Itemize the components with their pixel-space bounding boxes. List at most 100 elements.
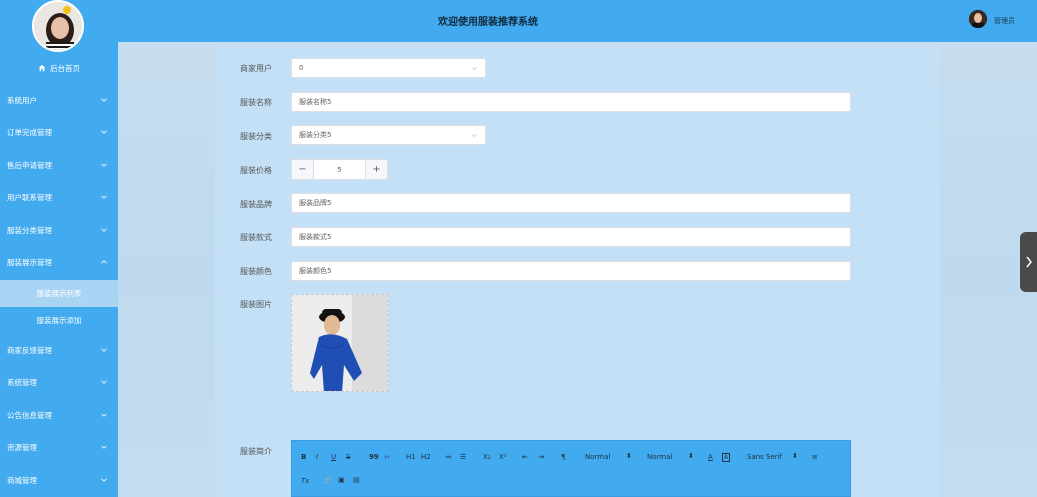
sidebar-item-label: 订单完成管理 [7,128,52,137]
sidebar-subitem-display-list[interactable]: 服装展示列表 [0,280,118,307]
increment-button[interactable]: + [365,160,387,179]
color-label: 服装颜色 [240,267,272,276]
product-image-upload[interactable] [291,294,389,392]
chevron-down-icon [101,380,107,384]
brand-input[interactable]: 服装品牌5 [291,193,851,213]
price-stepper[interactable]: − 5 + [291,159,388,180]
chevron-up-icon [101,260,107,264]
rich-text-toolbar: B I U S 99 ‹› H1 H2 ≔ ☰ X₂ X² ⇤ ⇥ ¶ Norm… [291,440,851,497]
sidebar-item-label: 系统用户 [7,96,37,105]
brand-label: 服装品牌 [240,200,272,209]
sidebar-item-users[interactable]: 系统用户 [0,84,118,117]
sidebar-item-notices[interactable]: 公告信息管理 [0,399,118,432]
link-button[interactable]: 🔗 [323,476,332,484]
background-color-button[interactable]: A [722,453,731,462]
align-button[interactable]: ≡ [812,453,818,461]
font-color-button[interactable]: A [708,453,713,461]
italic-button[interactable]: I [316,453,318,461]
text-direction-button[interactable]: ¶ [561,453,565,461]
underline-button[interactable]: U [331,453,336,461]
user-name[interactable]: 管理员 [994,16,1015,26]
chevron-down-icon [101,228,107,232]
name-input[interactable]: 服装名称5 [291,92,851,112]
chevron-down-icon [472,134,477,138]
clean-format-button[interactable]: Tx [301,477,309,485]
sidebar-item-display[interactable]: 服装展示管理 [0,246,118,279]
superscript-button[interactable]: X² [499,453,507,461]
style-label: 服装款式 [240,233,272,242]
header-select-arrow-icon: ⬍ [688,452,694,460]
category-select[interactable]: 服装分类5 [291,125,486,145]
header-select[interactable]: Normal [647,453,672,461]
bold-button[interactable]: B [301,453,306,461]
sidebar-item-label: 服装分类管理 [7,226,52,235]
sidebar-item-label: 系统管理 [7,378,37,387]
indent-button[interactable]: ⇥ [538,453,544,461]
h1-button[interactable]: H1 [406,453,416,461]
merchant-user-label: 商家用户 [240,64,272,73]
image-label: 服装图片 [240,300,272,309]
category-label: 服装分类 [240,132,272,141]
sidebar-item-label: 商城管理 [7,476,37,485]
sidebar-item-mall[interactable]: 商城管理 [0,464,118,497]
sidebar-item-orders[interactable]: 订单完成管理 [0,116,118,149]
font-select-arrow-icon: ⬍ [792,452,798,460]
video-button[interactable]: ▤ [353,476,360,484]
sidebar-item-system[interactable]: 系统管理 [0,366,118,399]
decrement-button[interactable]: − [292,160,314,179]
blockquote-button[interactable]: 99 [369,453,379,461]
brand-value: 服装品牌5 [299,199,332,207]
color-input[interactable]: 服装颜色5 [291,261,851,281]
sidebar-subitem-display-add[interactable]: 服装展示添加 [0,307,118,334]
strike-button[interactable]: S [346,453,350,461]
home-label: 后台首页 [50,63,80,73]
sidebar-item-categories[interactable]: 服装分类管理 [0,214,118,247]
color-value: 服装颜色5 [299,267,332,275]
intro-label: 服装简介 [240,447,272,456]
user-avatar[interactable] [969,10,987,28]
chevron-down-icon [101,163,107,167]
outdent-button[interactable]: ⇤ [522,453,528,461]
sidebar-item-label: 售后申请管理 [7,161,52,170]
font-select[interactable]: Sans Serif [747,453,782,461]
merchant-user-select[interactable]: 0 [291,58,486,78]
sidebar-item-label: 商家反馈管理 [7,346,52,355]
chevron-down-icon [101,348,107,352]
category-value: 服装分类5 [299,131,332,139]
chevron-down-icon [101,195,107,199]
code-button[interactable]: ‹› [384,453,390,461]
h2-button[interactable]: H2 [421,453,431,461]
style-input[interactable]: 服装款式5 [291,227,851,247]
sidebar-item-resources[interactable]: 资源管理 [0,431,118,464]
chevron-down-icon [101,98,107,102]
sidebar-item-feedback[interactable]: 商家反馈管理 [0,334,118,367]
style-value: 服装款式5 [299,233,332,241]
chevron-down-icon [101,478,107,482]
avatar [32,0,84,52]
chevron-down-icon [101,413,107,417]
merchant-user-value: 0 [299,64,304,72]
ordered-list-button[interactable]: ≔ [445,453,452,461]
sidebar-item-contacts[interactable]: 用户联系管理 [0,181,118,214]
sidebar-item-label: 资源管理 [7,443,37,452]
sidebar-item-label: 服装展示管理 [7,258,52,267]
bullet-list-button[interactable]: ☰ [460,453,466,461]
sidebar-subitem-label: 服装展示添加 [36,316,82,325]
product-photo [292,295,388,391]
price-value[interactable]: 5 [314,160,365,179]
sidebar-item-after-sales[interactable]: 售后申请管理 [0,149,118,182]
sidebar-subitem-label: 服装展示列表 [36,289,82,298]
size-select[interactable]: Normal [585,453,610,461]
page-title: 欢迎使用服装推荐系统 [438,17,538,28]
chevron-down-icon [101,445,107,449]
chevron-down-icon [101,130,107,134]
price-label: 服装价格 [240,166,272,175]
sidebar-item-label: 用户联系管理 [7,193,52,202]
subscript-button[interactable]: X₂ [483,453,491,461]
image-button[interactable]: ▣ [338,476,345,484]
side-drawer-toggle[interactable] [1020,232,1037,292]
home-icon [38,64,46,72]
top-header: 欢迎使用服装推荐系统 管理员 [118,0,1037,42]
home-link[interactable]: 后台首页 [0,61,118,75]
sidebar-item-label: 公告信息管理 [7,411,52,420]
